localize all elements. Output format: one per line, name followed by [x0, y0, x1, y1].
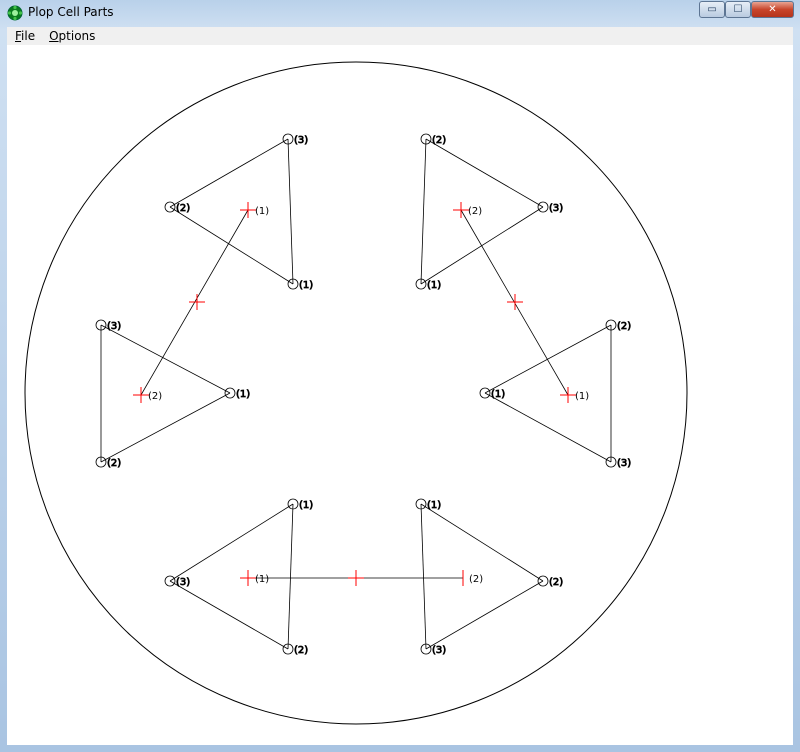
close-icon: ✕	[768, 4, 777, 15]
vertex-label: (3)	[176, 577, 190, 588]
menu-options[interactable]: Options	[43, 29, 101, 43]
vertex-label: (3)	[107, 321, 121, 332]
titlebar[interactable]: Plop Cell Parts ▭ ☐ ✕	[0, 0, 800, 26]
vertex-label: (2)	[294, 645, 308, 656]
vertex-label: (3)	[617, 458, 631, 469]
connector-line	[420, 206, 544, 285]
vertex-label: (2)	[549, 577, 563, 588]
triangle-5[interactable]: (1) (3) (2)	[164, 498, 314, 656]
connector-line	[420, 503, 544, 582]
vertex-label: (2)	[432, 135, 446, 146]
minimize-button[interactable]: ▭	[699, 1, 725, 18]
vertex-label: (1)	[427, 280, 441, 291]
vertex-label: (3)	[294, 135, 308, 146]
drawing-canvas[interactable]: (3) (2) (1) (2) (3) (1) (3) (1) (2) (2) (1) (3) (1)(…	[7, 45, 793, 745]
vertex-label: (2)	[468, 206, 482, 217]
midpoint-cross[interactable]	[507, 294, 523, 310]
app-icon	[7, 5, 23, 21]
connector-line	[169, 503, 294, 582]
midpoint-cross[interactable]	[348, 570, 364, 586]
triangle-2[interactable]: (2) (3) (1)	[415, 133, 564, 291]
vertex-label: (2)	[176, 203, 190, 214]
triangle-1[interactable]: (3) (2) (1)	[164, 133, 314, 291]
menubar: File Options	[7, 27, 793, 46]
connector-line	[100, 392, 231, 463]
menu-file[interactable]: File	[9, 29, 41, 43]
vertex-label: (1)	[427, 500, 441, 511]
close-button[interactable]: ✕	[751, 1, 794, 18]
endpoint-cross[interactable]	[133, 387, 149, 403]
connector-line	[425, 138, 544, 208]
vertex-label: (1)	[575, 391, 589, 402]
endpoint-cross[interactable]	[240, 202, 256, 218]
connector-line	[100, 324, 231, 394]
endpoint-cross[interactable]	[560, 387, 576, 403]
endpoint-cross[interactable]	[240, 570, 256, 586]
vertex-label: (3)	[549, 203, 563, 214]
vertex-label: (1)	[299, 280, 313, 291]
vertex-label: (1)	[255, 206, 269, 217]
connector-line	[420, 503, 427, 650]
vertex-label: (1)	[236, 389, 250, 400]
triangle-4[interactable]: (2) (1) (3)	[479, 319, 632, 469]
vertex-label: (2)	[148, 391, 162, 402]
connector-line	[169, 138, 289, 208]
maximize-icon: ☐	[733, 4, 743, 15]
connector-line	[169, 580, 289, 650]
vertex-label: (3)	[432, 645, 446, 656]
vertex-label: (2)	[617, 321, 631, 332]
connector-line	[420, 138, 427, 285]
vertex-label: (2)	[469, 574, 483, 585]
connector-line	[484, 324, 612, 394]
triangle-3[interactable]: (3) (1) (2)	[95, 319, 251, 469]
drawing-svg: (3)(2)(1)(2)(3)(1)(3)(1)(2)(2)(1)(3)(1)(…	[24, 61, 688, 725]
window-title: Plop Cell Parts	[28, 5, 114, 19]
vertex-label: (2)	[107, 458, 121, 469]
maximize-button[interactable]: ☐	[725, 1, 751, 18]
connector-line	[425, 580, 544, 650]
minimize-icon: ▭	[707, 4, 717, 15]
vertex-label: (1)	[491, 389, 505, 400]
connector-line	[484, 392, 612, 463]
vertex-label: (1)	[299, 500, 313, 511]
triangle-6[interactable]: (1) (2) (3)	[415, 498, 564, 656]
vertex-label: (1)	[255, 574, 269, 585]
connector-line	[287, 138, 294, 285]
app-window: Plop Cell Parts ▭ ☐ ✕ File Options (3) (2…	[0, 0, 800, 752]
connector-line	[287, 503, 294, 650]
connector-line	[169, 206, 294, 285]
endpoint-cross[interactable]	[453, 202, 469, 218]
